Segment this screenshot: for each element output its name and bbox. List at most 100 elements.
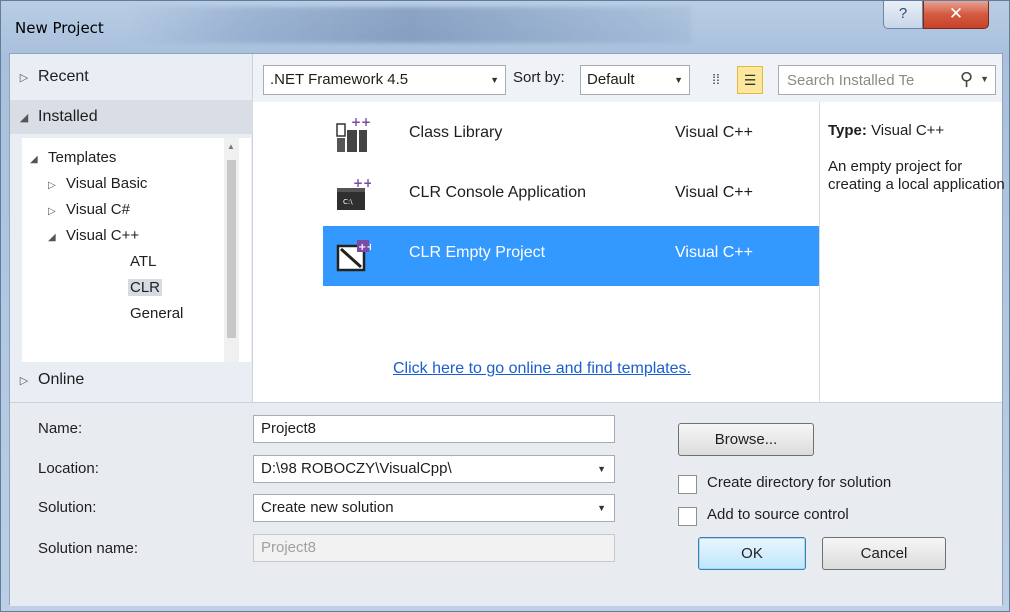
tree-item-label: ATL	[130, 253, 157, 270]
solution-label: Solution:	[38, 499, 97, 516]
close-button[interactable]: ✕	[923, 1, 989, 29]
template-row-clr-empty-project[interactable]: ++ CLR Empty Project Visual C++	[323, 226, 819, 286]
close-icon: ✕	[948, 4, 964, 23]
empty-project-icon: ++	[336, 240, 371, 272]
svg-text:C:\: C:\	[343, 198, 353, 206]
name-input[interactable]: Project8	[253, 415, 615, 443]
scroll-up-icon[interactable]: ▲	[227, 142, 235, 151]
dialog-client: ▷ Recent ◢ Installed ◢ Templates ▷ Visual Ba…	[9, 53, 1005, 606]
go-online-templates-link[interactable]: Click here to go online and find templat…	[393, 360, 691, 378]
add-to-source-control-label[interactable]: Add to source control	[707, 506, 849, 523]
collapse-arrow-icon: ◢	[19, 112, 29, 124]
title-bar[interactable]: New Project ? ✕	[1, 1, 1010, 53]
svg-text:++: ++	[353, 176, 371, 190]
template-toolbar: .NET Framework 4.5 ▼ Sort by: Default ▼ …	[253, 54, 1002, 102]
console-app-icon: C:\ ++	[337, 176, 371, 210]
tree-item-visual-csharp[interactable]: ▷ Visual C#	[48, 198, 130, 222]
tree-item-atl[interactable]: ATL	[130, 250, 156, 274]
tree-item-templates[interactable]: ◢ Templates	[30, 146, 116, 170]
tree-item-label: Templates	[48, 149, 117, 166]
search-icon[interactable]: ⚲	[960, 69, 973, 90]
chevron-down-icon[interactable]: ▼	[597, 456, 606, 482]
solution-value: Create new solution	[261, 499, 394, 516]
framework-value: .NET Framework 4.5	[270, 71, 409, 88]
tree-scrollbar[interactable]: ▲	[224, 138, 239, 362]
tree-item-general[interactable]: General	[130, 302, 183, 326]
template-name: CLR Empty Project	[409, 244, 546, 261]
collapse-arrow-icon: ◢	[30, 154, 38, 165]
template-type: Type: Visual C++	[828, 122, 944, 139]
help-icon: ?	[898, 5, 908, 22]
name-label: Name:	[38, 420, 83, 437]
template-description-text: An empty project for creating a local ap…	[828, 158, 1005, 193]
sort-value: Default	[587, 71, 635, 88]
framework-dropdown[interactable]: .NET Framework 4.5 ▼	[263, 65, 506, 95]
location-value: D:\98 ROBOCZY\VisualCpp\	[261, 460, 452, 477]
tree-item-visual-cpp[interactable]: ◢ Visual C++	[48, 224, 139, 248]
svg-text:++: ++	[351, 116, 371, 129]
create-directory-checkbox[interactable]	[678, 475, 697, 494]
sort-dropdown[interactable]: Default ▼	[580, 65, 690, 95]
window-title: New Project	[15, 19, 104, 37]
chevron-down-icon: ▼	[674, 75, 683, 85]
class-library-icon: ++	[336, 116, 371, 152]
search-installed-input[interactable]: Search Installed Te ⚲ ▼	[778, 65, 996, 95]
template-language: Visual C++	[675, 124, 753, 141]
expand-arrow-icon: ▷	[19, 72, 29, 84]
tree-item-label: General	[130, 305, 184, 322]
new-project-dialog: New Project ? ✕ ▷ Recent ◢ Installed ◢ Temp…	[0, 0, 1010, 612]
list-icon: ☰	[743, 72, 757, 88]
category-online[interactable]: ▷ Online	[10, 363, 253, 397]
chevron-down-icon[interactable]: ▼	[980, 74, 989, 84]
cancel-label: Cancel	[860, 545, 908, 562]
expand-arrow-icon: ▷	[48, 180, 56, 191]
template-row-clr-console-application[interactable]: C:\ ++ CLR Console Application Visual C+…	[323, 166, 819, 226]
category-panel: ▷ Recent ◢ Installed ◢ Templates ▷ Visual Ba…	[10, 54, 253, 402]
name-value: Project8	[261, 420, 317, 437]
scrollbar-thumb[interactable]	[227, 160, 236, 338]
tree-item-visual-basic[interactable]: ▷ Visual Basic	[48, 172, 218, 196]
type-value: Visual C++	[871, 122, 945, 139]
category-recent[interactable]: ▷ Recent	[10, 60, 253, 94]
browse-label: Browse...	[714, 431, 778, 448]
small-icons-view-button[interactable]: ⁞⁞	[703, 66, 729, 94]
solution-name-input: Project8	[253, 534, 615, 562]
search-placeholder: Search Installed Te	[787, 72, 915, 89]
template-row-class-library[interactable]: ++ Class Library Visual C++	[323, 106, 819, 166]
tree-item-label: Visual Basic	[66, 175, 148, 192]
tree-item-label: Visual C++	[66, 227, 140, 244]
solution-name-value: Project8	[261, 539, 317, 556]
category-label: Installed	[38, 108, 98, 125]
template-browser: ▷ Recent ◢ Installed ◢ Templates ▷ Visual Ba…	[10, 54, 1005, 402]
tree-item-clr[interactable]: CLR	[128, 276, 163, 300]
ok-label: OK	[741, 545, 763, 562]
sort-label: Sort by:	[513, 69, 565, 86]
chevron-down-icon[interactable]: ▼	[597, 495, 606, 521]
help-button[interactable]: ?	[883, 1, 923, 29]
list-view-button[interactable]: ☰	[737, 66, 763, 94]
template-language: Visual C++	[675, 184, 753, 201]
solution-name-label: Solution name:	[38, 540, 139, 557]
ok-button[interactable]: OK	[698, 537, 806, 570]
template-name: Class Library	[409, 124, 503, 141]
location-label: Location:	[38, 460, 99, 477]
tree-item-label: CLR	[128, 279, 163, 296]
template-name: CLR Console Application	[409, 184, 586, 201]
template-language: Visual C++	[675, 244, 753, 261]
cancel-button[interactable]: Cancel	[822, 537, 946, 570]
category-installed[interactable]: ◢ Installed	[10, 100, 253, 134]
type-label: Type:	[828, 122, 867, 139]
collapse-arrow-icon: ◢	[48, 232, 56, 243]
template-tree: ◢ Templates ▷ Visual Basic ▷ Visual C# ◢ Vis…	[22, 138, 251, 362]
add-to-source-control-checkbox[interactable]	[678, 507, 697, 526]
create-directory-label[interactable]: Create directory for solution	[707, 474, 891, 491]
solution-dropdown[interactable]: Create new solution ▼	[253, 494, 615, 522]
category-label: Recent	[38, 68, 89, 85]
svg-text:++: ++	[358, 242, 371, 253]
project-settings-form: Name: Project8 Location: D:\98 ROBOCZY\V…	[10, 402, 1002, 606]
chevron-down-icon: ▼	[490, 75, 499, 85]
location-combobox[interactable]: D:\98 ROBOCZY\VisualCpp\ ▼	[253, 455, 615, 483]
tree-item-label: Visual C#	[66, 201, 130, 218]
browse-button[interactable]: Browse...	[678, 423, 814, 456]
background-window-blur	[131, 7, 691, 43]
